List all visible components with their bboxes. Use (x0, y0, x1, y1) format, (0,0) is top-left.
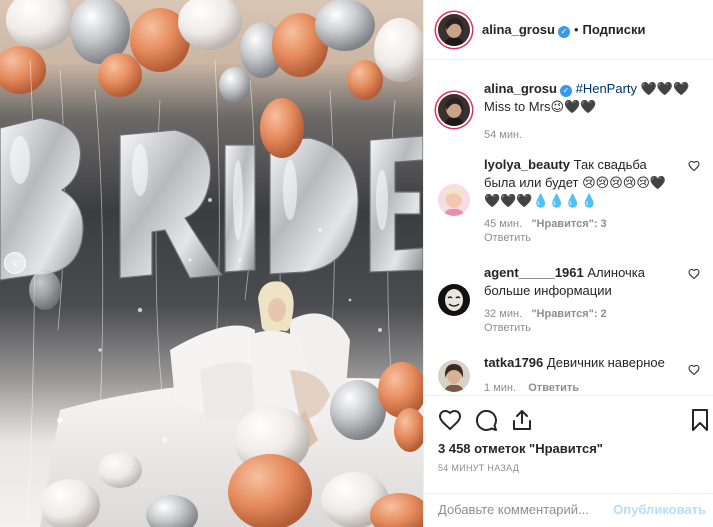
separator-dot: • (573, 22, 579, 37)
comment-icon[interactable] (474, 408, 498, 432)
heart-icon[interactable] (688, 364, 700, 376)
comment-likes[interactable]: "Нравится": 2 (531, 308, 606, 320)
post-header: alina_grosu ✓ • Подписки (424, 0, 713, 60)
publish-button[interactable]: Опубликовать (613, 502, 706, 517)
heart-icon[interactable] (688, 160, 700, 172)
header-username[interactable]: alina_grosu (482, 22, 555, 37)
comment-username[interactable]: tatka1796 (484, 355, 543, 370)
caption-time[interactable]: 54 мин. (484, 126, 704, 144)
photo-illustration (0, 0, 423, 527)
heart-icon[interactable] (688, 268, 700, 280)
reply-button[interactable]: Ответить (484, 322, 531, 334)
caption-text-emoji: 🖤🖤🖤 (637, 81, 690, 96)
comment-avatar[interactable] (438, 360, 470, 392)
comment-text: lyolya_beauty Так свадьба была или будет… (484, 156, 680, 210)
comment-text: agent_____1961 Алиночка больше информаци… (484, 264, 680, 300)
caption-username[interactable]: alina_grosu (484, 81, 557, 96)
verified-icon: ✓ (559, 85, 572, 97)
post-photo[interactable]: ‹ (0, 0, 423, 527)
avatar-image (438, 360, 470, 392)
comment-username[interactable]: lyolya_beauty (484, 157, 570, 172)
ceiling-balloons (0, 0, 423, 103)
post-side-panel: alina_grosu ✓ • Подписки alina_grosu ✓ #HenP… (423, 0, 713, 527)
comment-username[interactable]: agent_____1961 (484, 265, 584, 280)
following-button[interactable]: Подписки (583, 22, 646, 37)
caption-line2: Miss to Mrs😉🖤🖤 (484, 99, 597, 114)
reply-button[interactable]: Ответить (484, 232, 531, 244)
avatar-image (438, 14, 470, 46)
avatar-image (438, 284, 470, 316)
comment-input[interactable] (438, 502, 608, 517)
comment-likes[interactable]: "Нравится": 3 (531, 218, 606, 230)
comment-time[interactable]: 32 мин. (484, 308, 522, 320)
comment-meta: 1 мин. Ответить (484, 382, 579, 394)
avatar-image (438, 94, 470, 126)
bookmark-icon[interactable] (688, 408, 712, 432)
comment-meta: 32 мин. "Нравится": 2 (484, 308, 607, 320)
comment-time[interactable]: 45 мин. (484, 218, 522, 230)
likes-count[interactable]: 3 458 отметок "Нравится" (438, 441, 603, 456)
post-actions: 3 458 отметок "Нравится" 54 МИНУТ НАЗАД (424, 395, 713, 493)
caption-avatar[interactable] (438, 94, 470, 126)
avatar-image (438, 184, 470, 216)
like-icon[interactable] (438, 408, 462, 432)
comment-text: tatka1796 Девичник наверное (484, 354, 680, 372)
comment-message: Девичник наверное (546, 355, 665, 370)
verified-icon: ✓ (557, 26, 570, 38)
comment-time[interactable]: 1 мин. (484, 382, 516, 394)
avatar[interactable] (438, 14, 470, 46)
caption-hashtag[interactable]: #HenParty (576, 81, 637, 96)
header-user-line: alina_grosu ✓ • Подписки (482, 21, 645, 39)
add-comment-bar: Опубликовать (424, 493, 713, 527)
caption-text: alina_grosu ✓ #HenParty 🖤🖤🖤 Miss to Mrs😉🖤… (484, 80, 704, 144)
share-icon[interactable] (510, 408, 534, 432)
comment-meta: 45 мин. "Нравится": 3 (484, 218, 607, 230)
comment-avatar[interactable] (438, 184, 470, 216)
comment-avatar[interactable] (438, 284, 470, 316)
post-timestamp: 54 МИНУТ НАЗАД (438, 463, 520, 473)
chevron-left-icon[interactable]: ‹ (4, 252, 26, 274)
reply-button[interactable]: Ответить (528, 382, 579, 394)
floating-balloon (260, 98, 304, 158)
